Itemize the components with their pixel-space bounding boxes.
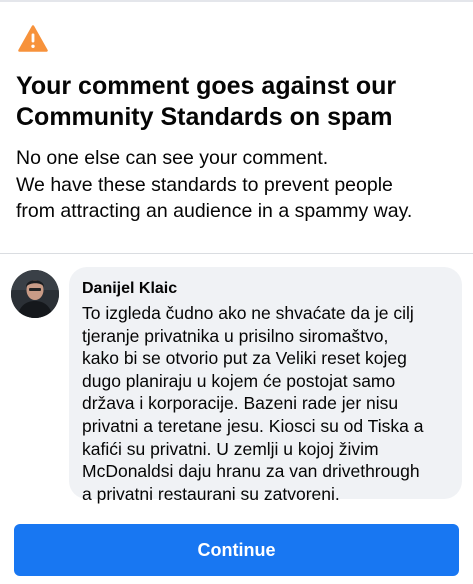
warning-icon [18,25,48,52]
comment-bubble: Danijel Klaic To izgleda čudno ako ne sh… [69,267,462,504]
comment-line: dugo planiraju u kojem će postojat samo [82,370,396,391]
top-border [0,0,473,2]
comment-text: To izgleda čudno ako ne shvaćate da je c… [82,302,450,505]
description-line: from attracting an audience in a spammy … [16,200,413,222]
dialog-title: Your comment goes against our Community … [16,72,397,131]
comment-line: tjeranje privatnika u prisilno siromaštv… [82,325,389,346]
divider [0,253,473,254]
avatar-photo-image [11,270,59,318]
description-line: We have these standards to prevent peopl… [16,173,393,196]
comment-line: To izgleda čudno ako ne shvaćate da je c… [82,303,414,323]
comment-line: kako bi se otvorio put za Veliki reset k… [82,348,407,369]
continue-button[interactable]: Continue [14,524,459,576]
avatar [11,270,59,318]
dialog-description: No one else can see your comment. We hav… [16,145,466,225]
comment-author[interactable]: Danijel Klaic [82,279,450,299]
description-line: No one else can see your comment. [16,147,329,169]
comment-line: kafići su privatni. U zemlji u kojoj živ… [82,438,379,459]
comment-line: država i korporacije. Bazeni rade jer ni… [82,393,399,414]
comment-line: McDonaldsi daju hranu za van drivethroug… [82,461,420,482]
comment-line: privatni a teretane jesu. Kiosci su od T… [82,415,424,436]
comment-line: a privatni restaurani su zatvoreni. [82,483,340,504]
